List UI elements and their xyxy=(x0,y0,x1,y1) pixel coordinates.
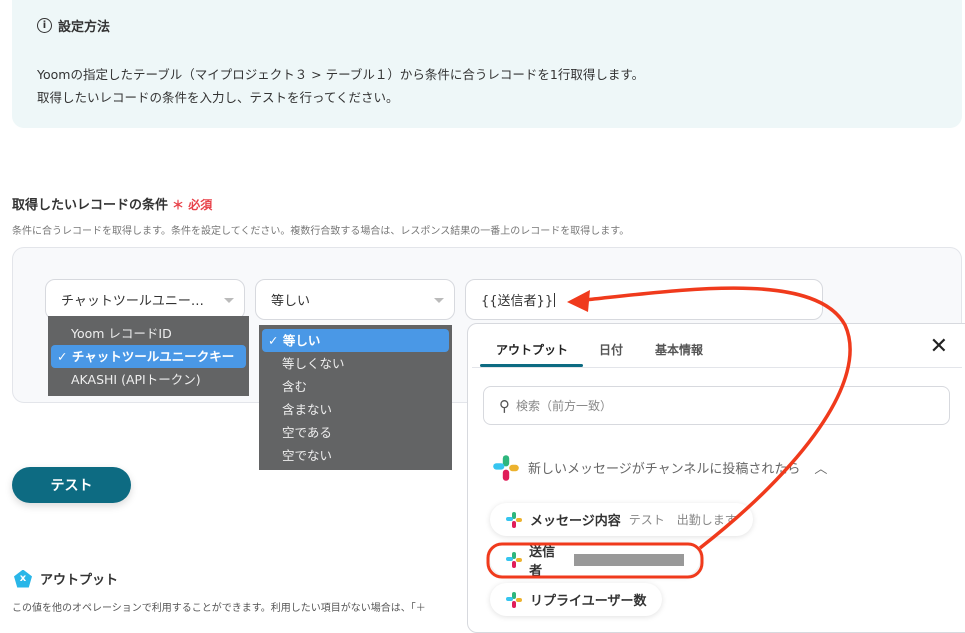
annotation-highlight xyxy=(486,542,704,579)
output-description: この値を他のオペレーションで利用することができます。利用したい項目がない場合は、… xyxy=(12,603,426,614)
arrow-head xyxy=(567,290,590,312)
output-section-title: x アウトプット xyxy=(14,569,118,588)
output-title-text: アウトプット xyxy=(40,573,119,588)
output-icon: x xyxy=(14,569,32,588)
annotation-curve xyxy=(584,286,852,550)
annotation-arrow xyxy=(486,286,852,579)
